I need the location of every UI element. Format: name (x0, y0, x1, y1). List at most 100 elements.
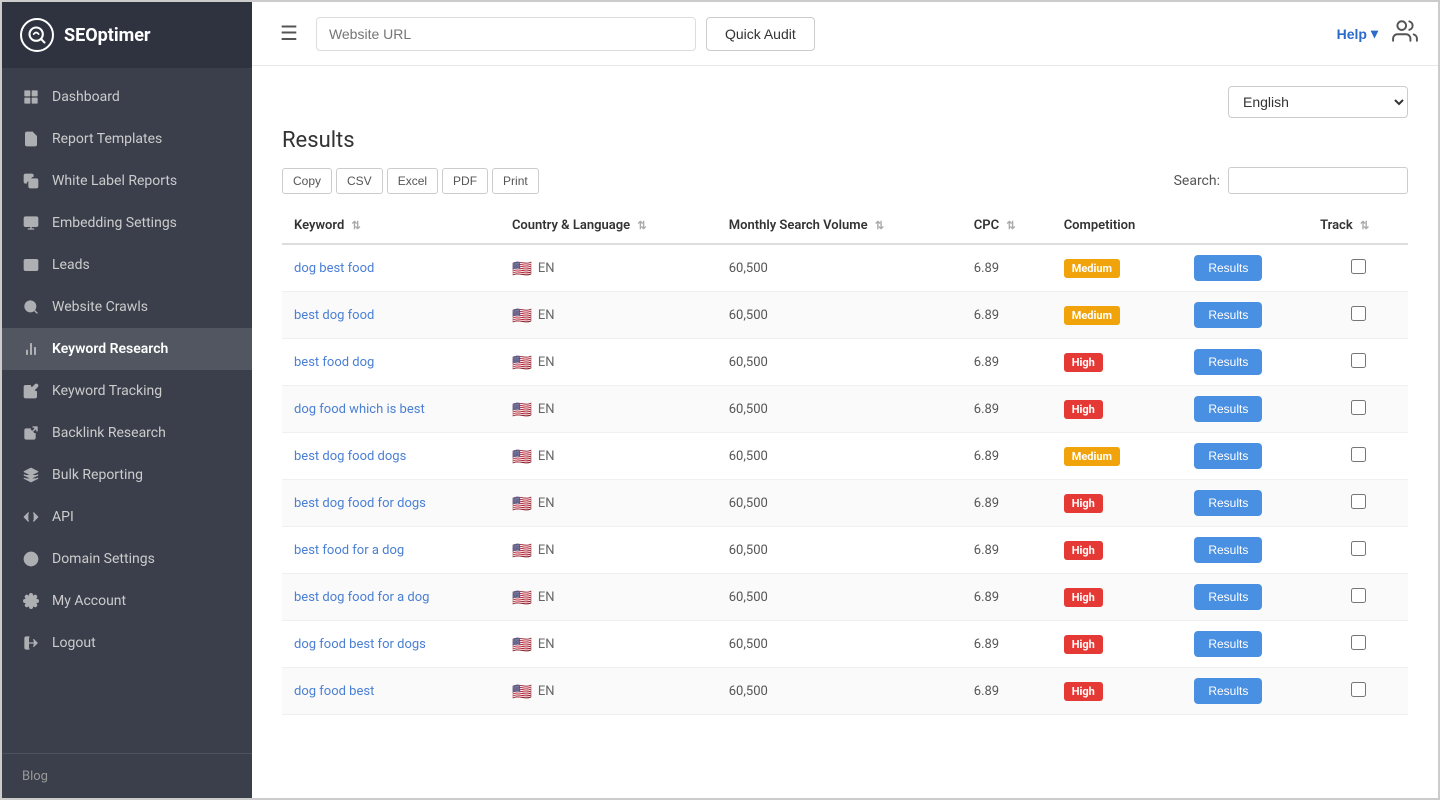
cell-track (1308, 527, 1408, 574)
track-checkbox[interactable] (1351, 541, 1366, 556)
cell-track (1308, 668, 1408, 715)
sidebar-item-leads[interactable]: Leads (2, 244, 252, 286)
url-input[interactable] (316, 17, 696, 51)
cell-country-language: 🇺🇸 EN (500, 574, 717, 621)
results-button[interactable]: Results (1194, 631, 1262, 657)
table-row: best dog food dogs 🇺🇸 EN 60,500 6.89 Med… (282, 433, 1408, 480)
competition-badge: Medium (1064, 259, 1120, 278)
results-button[interactable]: Results (1194, 443, 1262, 469)
cell-results-action: Results (1182, 574, 1308, 621)
sidebar-item-label: Keyword Tracking (52, 383, 162, 399)
cell-search-volume: 60,500 (717, 621, 962, 668)
cell-cpc: 6.89 (962, 621, 1052, 668)
cell-results-action: Results (1182, 292, 1308, 339)
flag-icon: 🇺🇸 (512, 635, 532, 654)
sidebar-item-white-label-reports[interactable]: White Label Reports (2, 160, 252, 202)
track-checkbox[interactable] (1351, 259, 1366, 274)
track-checkbox[interactable] (1351, 306, 1366, 321)
sidebar-item-domain-settings[interactable]: Domain Settings (2, 538, 252, 580)
excel-button[interactable]: Excel (387, 168, 438, 194)
cell-cpc: 6.89 (962, 244, 1052, 292)
cell-keyword: dog food best (282, 668, 500, 715)
track-checkbox[interactable] (1351, 400, 1366, 415)
cell-keyword: dog food which is best (282, 386, 500, 433)
cell-results-action: Results (1182, 480, 1308, 527)
col-competition[interactable]: Competition (1052, 208, 1183, 244)
track-checkbox[interactable] (1351, 682, 1366, 697)
log-out-icon (22, 634, 40, 652)
competition-badge: Medium (1064, 447, 1120, 466)
sidebar-item-label: Report Templates (52, 131, 162, 147)
quick-audit-button[interactable]: Quick Audit (706, 17, 815, 51)
help-button[interactable]: Help ▾ (1337, 25, 1378, 42)
col-results-action (1182, 208, 1308, 244)
track-checkbox[interactable] (1351, 353, 1366, 368)
cell-search-volume: 60,500 (717, 386, 962, 433)
col-label: Monthly Search Volume (729, 218, 868, 233)
sidebar-item-my-account[interactable]: My Account (2, 580, 252, 622)
lang-code: EN (538, 402, 555, 417)
lang-code: EN (538, 355, 555, 370)
sidebar-item-label: Domain Settings (52, 551, 155, 567)
menu-button[interactable]: ☰ (272, 17, 306, 50)
track-checkbox[interactable] (1351, 494, 1366, 509)
sidebar-item-embedding-settings[interactable]: Embedding Settings (2, 202, 252, 244)
copy-button[interactable]: Copy (282, 168, 332, 194)
results-title: Results (282, 128, 1408, 153)
col-keyword[interactable]: Keyword ⇅ (282, 208, 500, 244)
results-button[interactable]: Results (1194, 584, 1262, 610)
cell-results-action: Results (1182, 339, 1308, 386)
track-checkbox[interactable] (1351, 447, 1366, 462)
results-button[interactable]: Results (1194, 490, 1262, 516)
cell-track (1308, 621, 1408, 668)
sidebar-item-report-templates[interactable]: Report Templates (2, 118, 252, 160)
sidebar-item-keyword-tracking[interactable]: Keyword Tracking (2, 370, 252, 412)
col-track[interactable]: Track ⇅ (1308, 208, 1408, 244)
globe-icon (22, 550, 40, 568)
sidebar-item-bulk-reporting[interactable]: Bulk Reporting (2, 454, 252, 496)
sidebar-item-label: Keyword Research (52, 341, 168, 357)
col-label: Keyword (294, 218, 344, 233)
cell-track (1308, 292, 1408, 339)
print-button[interactable]: Print (492, 168, 539, 194)
language-select[interactable]: English French German Spanish Italian (1228, 86, 1408, 118)
track-checkbox[interactable] (1351, 635, 1366, 650)
pdf-button[interactable]: PDF (442, 168, 488, 194)
table-row: dog food which is best 🇺🇸 EN 60,500 6.89… (282, 386, 1408, 433)
cell-country-language: 🇺🇸 EN (500, 527, 717, 574)
sidebar-item-api[interactable]: API (2, 496, 252, 538)
code-icon (22, 508, 40, 526)
results-button[interactable]: Results (1194, 396, 1262, 422)
results-button[interactable]: Results (1194, 255, 1262, 281)
results-button[interactable]: Results (1194, 302, 1262, 328)
cell-search-volume: 60,500 (717, 244, 962, 292)
cell-track (1308, 339, 1408, 386)
lang-code: EN (538, 637, 555, 652)
sidebar-item-backlink-research[interactable]: Backlink Research (2, 412, 252, 454)
sidebar-footer: Blog (2, 753, 252, 798)
col-search-volume[interactable]: Monthly Search Volume ⇅ (717, 208, 962, 244)
sort-icon-volume: ⇅ (875, 219, 884, 232)
flag-icon: 🇺🇸 (512, 588, 532, 607)
grid-icon (22, 88, 40, 106)
blog-link[interactable]: Blog (22, 769, 48, 784)
results-button[interactable]: Results (1194, 678, 1262, 704)
sidebar-item-logout[interactable]: Logout (2, 622, 252, 664)
sidebar-item-website-crawls[interactable]: Website Crawls (2, 286, 252, 328)
cell-competition: High (1052, 339, 1183, 386)
sidebar-item-keyword-research[interactable]: Keyword Research (2, 328, 252, 370)
col-cpc[interactable]: CPC ⇅ (962, 208, 1052, 244)
cell-search-volume: 60,500 (717, 668, 962, 715)
users-icon[interactable] (1392, 18, 1418, 50)
competition-badge: High (1064, 682, 1103, 701)
csv-button[interactable]: CSV (336, 168, 383, 194)
bar-chart-icon (22, 340, 40, 358)
results-button[interactable]: Results (1194, 537, 1262, 563)
track-checkbox[interactable] (1351, 588, 1366, 603)
col-country-language[interactable]: Country & Language ⇅ (500, 208, 717, 244)
sidebar-item-dashboard[interactable]: Dashboard (2, 76, 252, 118)
cell-keyword: best dog food (282, 292, 500, 339)
results-button[interactable]: Results (1194, 349, 1262, 375)
table-row: best dog food for a dog 🇺🇸 EN 60,500 6.8… (282, 574, 1408, 621)
search-input[interactable] (1228, 167, 1408, 194)
